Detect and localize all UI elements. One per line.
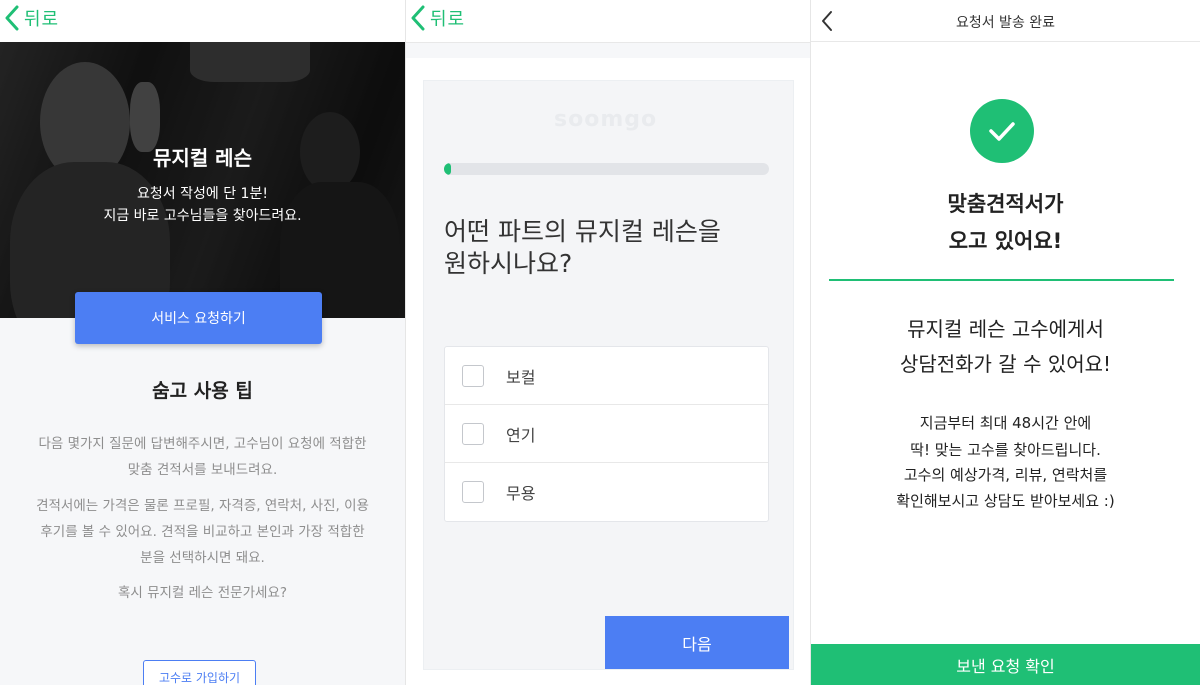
question-text: 어떤 파트의 뮤지컬 레슨을 원하시나요? — [444, 217, 721, 278]
back-button[interactable]: 뒤로 — [410, 5, 465, 31]
divider-strip — [406, 42, 810, 58]
back-label: 뒤로 — [430, 9, 466, 30]
question-card: soomgo 어떤 파트의 뮤지컬 레슨을 원하시나요? 보컬 연기 무용 — [423, 80, 794, 670]
tips-text: 분을 선택하시면 돼요. — [140, 550, 265, 566]
option-label: 연기 — [506, 425, 536, 445]
headline: 오고 있어요! — [948, 229, 1063, 253]
checkbox[interactable] — [462, 364, 484, 387]
message: 상담전화가 갈 수 있어요! — [899, 352, 1112, 376]
signup-expert-button[interactable]: 고수로 가입하기 — [143, 660, 256, 685]
service-intro-screen: 뒤로 뮤지컬 레슨 요청서 작성에 단 1분! 지금 바로 고수님들을 찾아드려… — [0, 0, 405, 685]
info-text: 확인해보시고 상담도 받아보세요 :) — [896, 492, 1115, 510]
tips-text: 후기를 볼 수 있어요. 견적을 비교하고 본인과 가장 적합한 — [40, 524, 365, 540]
option-acting[interactable]: 연기 — [445, 405, 768, 463]
back-button[interactable]: 뒤로 — [4, 5, 59, 31]
hero-subtitle: 지금 바로 고수님들을 찾아드려요. — [103, 208, 302, 224]
info-text: 지금부터 최대 48시간 안에 — [919, 414, 1092, 432]
check-icon — [970, 99, 1034, 163]
info-text: 딱! 맞는 고수를 찾아드립니다. — [910, 441, 1101, 459]
tips-text: 맞춤 견적서를 보내드려요. — [127, 462, 278, 478]
watermark-logo-icon: soomgo — [554, 107, 658, 132]
top-bar: 요청서 발송 완료 — [811, 0, 1200, 42]
checkbox[interactable] — [462, 481, 484, 503]
next-button[interactable]: 다음 — [605, 616, 789, 669]
headline: 맞춤견적서가 — [947, 192, 1064, 216]
progress-bar — [444, 163, 769, 175]
tips-title: 숨고 사용 팁 — [152, 380, 253, 402]
request-service-button[interactable]: 서비스 요청하기 — [75, 292, 322, 344]
chevron-left-icon — [411, 5, 425, 31]
option-vocal[interactable]: 보컬 — [445, 347, 768, 405]
divider — [829, 279, 1174, 281]
page-title: 요청서 발송 완료 — [955, 15, 1056, 31]
hero-subtitle: 요청서 작성에 단 1분! — [137, 186, 268, 202]
option-label: 무용 — [506, 484, 536, 503]
option-label: 보컬 — [506, 367, 536, 387]
message: 뮤지컬 레슨 고수에게서 — [907, 317, 1104, 341]
option-list: 보컬 연기 무용 — [444, 346, 769, 522]
hero-image: 뮤지컬 레슨 요청서 작성에 단 1분! 지금 바로 고수님들을 찾아드려요. — [0, 42, 405, 318]
top-bar: 뒤로 — [0, 0, 405, 42]
back-label: 뒤로 — [24, 9, 60, 30]
request-complete-screen: 요청서 발송 완료 맞춤견적서가 오고 있어요! 뮤지컬 레슨 고수에게서 상담… — [810, 0, 1200, 685]
hero-title: 뮤지컬 레슨 — [153, 146, 252, 170]
option-dance[interactable]: 무용 — [445, 463, 768, 521]
question-screen: 뒤로 soomgo 어떤 파트의 뮤지컬 레슨을 원하시나요? 보컬 연기 무용 — [405, 0, 810, 685]
checkbox[interactable] — [462, 422, 484, 445]
chevron-left-icon — [5, 5, 19, 31]
progress-fill — [444, 163, 451, 175]
info-text: 고수의 예상가격, 리뷰, 연락처를 — [903, 466, 1108, 484]
tips-text: 견적서에는 가격은 물론 프로필, 자격증, 연락처, 사진, 이용 — [36, 498, 369, 514]
expert-question: 혹시 뮤지컬 레슨 전문가세요? — [117, 585, 288, 601]
top-bar: 뒤로 — [406, 0, 810, 42]
tips-text: 다음 몇가지 질문에 답변해주시면, 고수님이 요청에 적합한 — [38, 436, 367, 452]
view-sent-request-button[interactable]: 보낸 요청 확인 — [811, 644, 1200, 685]
